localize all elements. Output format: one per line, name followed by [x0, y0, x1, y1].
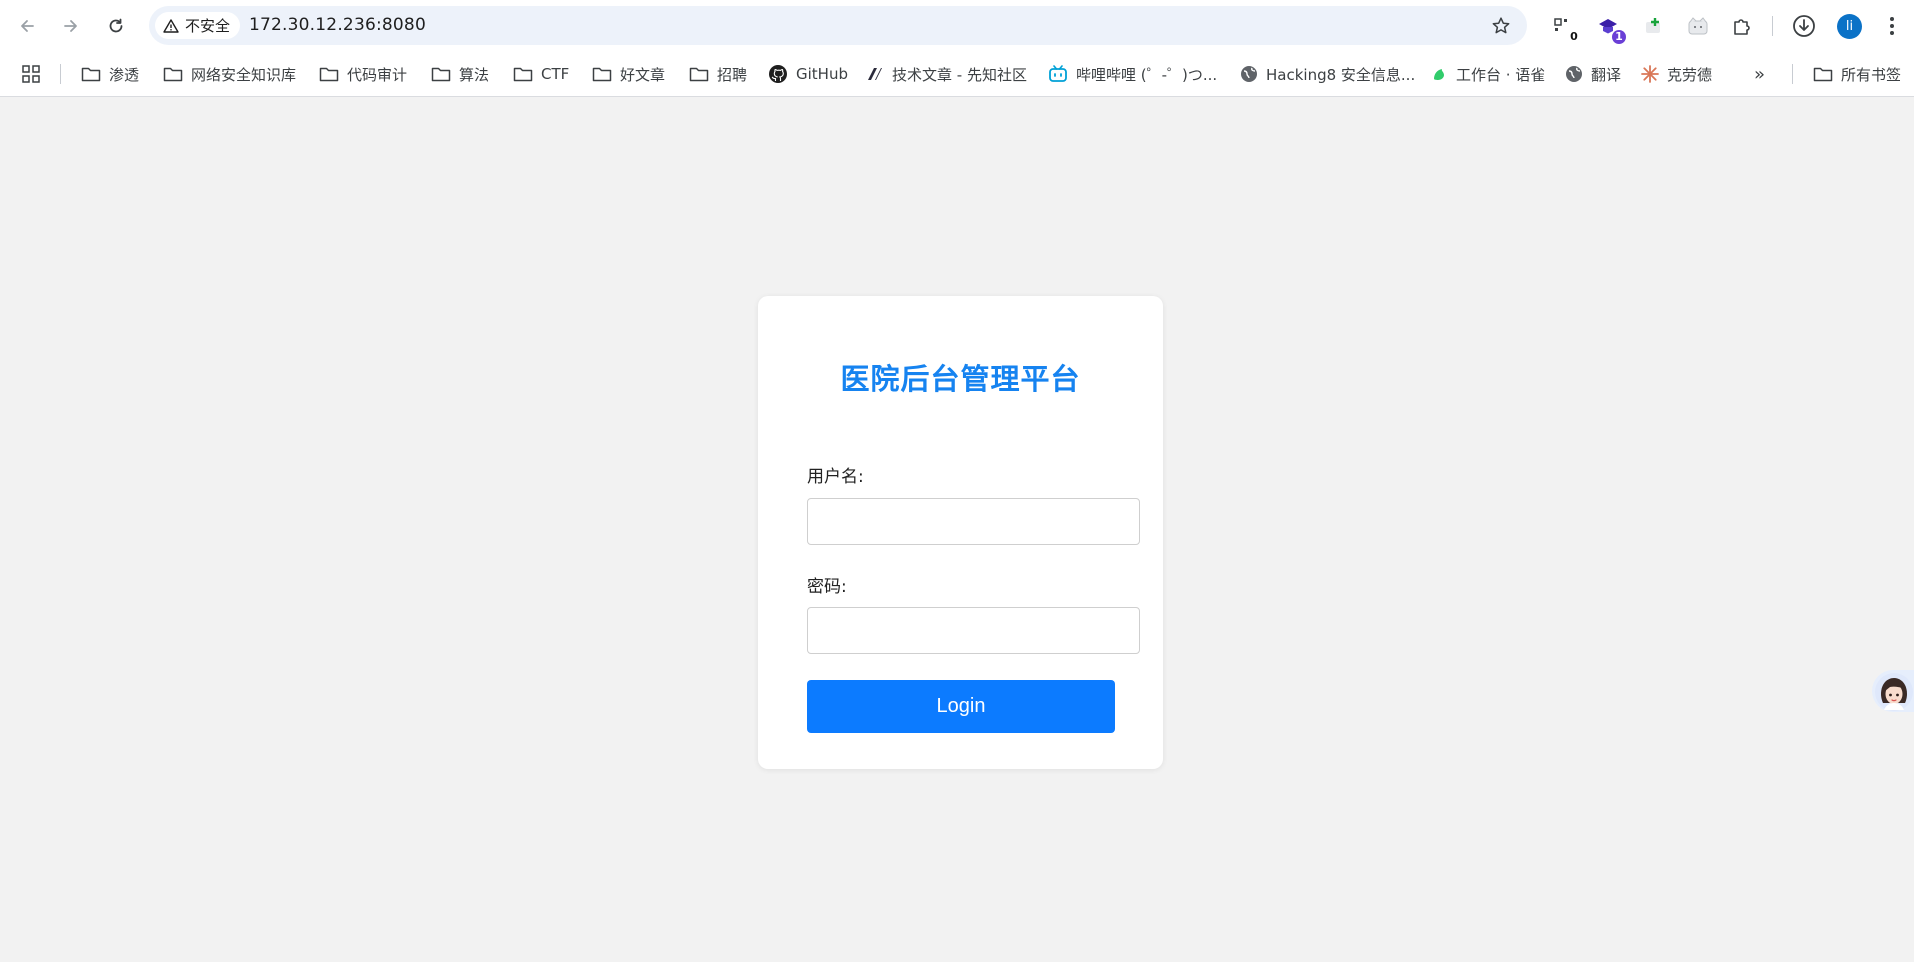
reload-icon — [109, 18, 123, 33]
assistant-avatar-button[interactable] — [1872, 670, 1914, 712]
bookmark-folder-7[interactable]: 招聘 — [689, 60, 747, 88]
url-text[interactable]: 172.30.12.236:8080 — [249, 15, 426, 35]
folder-icon — [592, 67, 612, 82]
extension-cat-icon — [1688, 17, 1708, 35]
bookmark-label: 好文章 — [620, 65, 666, 84]
bilibili-icon — [1049, 65, 1067, 82]
browser-toolbar: 不安全 172.30.12.236:8080 0 1 li — [0, 0, 1914, 52]
puzzle-icon — [1734, 19, 1750, 35]
security-label: 不安全 — [185, 17, 231, 35]
bookmark-label: 网络安全知识库 — [191, 65, 297, 84]
forward-button[interactable] — [57, 12, 85, 40]
bookmark-label: 克劳德 — [1667, 65, 1713, 84]
bookmarks-divider — [60, 64, 61, 84]
bookmark-folder-1[interactable]: 渗透 — [81, 60, 139, 88]
bookmarks-divider — [1792, 64, 1793, 84]
browser-menu-button[interactable] — [1878, 12, 1906, 40]
folder-icon — [431, 67, 451, 82]
all-bookmarks-folder[interactable]: 所有书签 — [1813, 60, 1901, 88]
folder-icon — [513, 67, 533, 82]
page-title: 医院后台管理平台 — [840, 362, 1081, 396]
bookmark-claude[interactable]: 克劳德 — [1641, 60, 1712, 88]
bookmark-hacking8[interactable]: Hacking8 安全信息... — [1240, 60, 1415, 88]
address-bar[interactable]: 不安全 172.30.12.236:8080 — [149, 6, 1527, 45]
bookmark-star-button[interactable] — [1489, 14, 1513, 38]
bookmark-folder-6[interactable]: 好文章 — [592, 60, 665, 88]
bookmark-label: 工作台 · 语雀 — [1456, 65, 1546, 84]
bookmark-label: 翻译 — [1591, 65, 1622, 84]
bookmark-label: 算法 — [459, 65, 490, 84]
reload-button[interactable] — [102, 12, 130, 40]
bookmark-label: 技术文章 - 先知社区 — [892, 65, 1027, 84]
bookmark-label: 哔哩哔哩 (゜-゜)つ... — [1076, 65, 1218, 84]
folder-icon — [689, 67, 709, 82]
xianzhi-icon — [868, 68, 882, 80]
assistant-avatar-icon — [1875, 673, 1913, 711]
extensions-menu-button[interactable] — [1728, 12, 1756, 40]
folder-icon — [163, 67, 183, 82]
arrow-right-icon — [64, 20, 77, 32]
bookmark-label: 代码审计 — [347, 65, 408, 84]
login-button[interactable]: Login — [807, 680, 1115, 733]
bookmark-folder-2[interactable]: 网络安全知识库 — [163, 60, 296, 88]
globe-icon — [1566, 66, 1582, 82]
bookmark-label: Hacking8 安全信息... — [1266, 65, 1416, 84]
extension-button-4[interactable] — [1684, 12, 1712, 40]
claude-icon — [1641, 65, 1659, 83]
password-input[interactable] — [807, 607, 1140, 654]
apps-grid-icon — [22, 65, 40, 83]
extension-button-2[interactable]: 1 — [1594, 12, 1626, 44]
username-label: 用户名: — [807, 467, 864, 487]
extension-button-3[interactable] — [1639, 12, 1667, 40]
bookmark-folder-3[interactable]: 代码审计 — [319, 60, 407, 88]
warning-icon — [163, 18, 179, 33]
more-vertical-icon — [1890, 17, 1894, 35]
extension-plus-icon — [1646, 18, 1660, 33]
download-icon — [1793, 15, 1815, 37]
bookmark-label: 渗透 — [109, 65, 140, 84]
github-icon — [769, 65, 787, 83]
back-button[interactable] — [13, 12, 41, 40]
bookmark-label: GitHub — [796, 65, 848, 83]
extension-badge: 1 — [1612, 30, 1626, 44]
folder-icon — [1813, 67, 1833, 82]
arrow-left-icon — [21, 20, 34, 32]
bookmark-label: 招聘 — [717, 65, 748, 84]
folder-icon — [319, 67, 339, 82]
bookmark-yuque[interactable]: 工作台 · 语雀 — [1430, 60, 1545, 88]
bookmark-github[interactable]: GitHub — [768, 60, 848, 88]
more-bookmarks-button[interactable]: » — [1754, 60, 1765, 88]
password-label: 密码: — [807, 577, 847, 597]
apps-button[interactable] — [22, 60, 40, 88]
star-icon — [1492, 17, 1510, 34]
extension-badge: 0 — [1567, 30, 1581, 44]
bookmark-folder-5[interactable]: CTF — [513, 60, 569, 88]
folder-icon — [81, 67, 101, 82]
extension-button-1[interactable]: 0 — [1549, 12, 1581, 44]
globe-icon — [1241, 66, 1257, 82]
bookmark-translate[interactable]: 翻译 — [1565, 60, 1621, 88]
bookmark-label: CTF — [541, 65, 570, 83]
bookmark-xianzhi[interactable]: 技术文章 - 先知社区 — [866, 60, 1027, 88]
login-card: 医院后台管理平台 用户名: 密码: Login — [758, 296, 1163, 769]
downloads-button[interactable] — [1790, 12, 1818, 40]
profile-avatar-button[interactable]: li — [1837, 14, 1862, 39]
security-indicator[interactable]: 不安全 — [155, 12, 241, 39]
bookmark-folder-4[interactable]: 算法 — [431, 60, 489, 88]
bookmark-label: 所有书签 — [1841, 65, 1902, 84]
bookmarks-bar: 渗透 网络安全知识库 代码审计 算法 CTF 好文章 招聘 GitHub 技术文… — [0, 52, 1914, 97]
bookmark-bilibili[interactable]: 哔哩哔哩 (゜-゜)つ... — [1048, 60, 1217, 88]
username-input[interactable] — [807, 498, 1140, 545]
yuque-icon — [1434, 69, 1444, 80]
toolbar-divider — [1772, 16, 1773, 36]
